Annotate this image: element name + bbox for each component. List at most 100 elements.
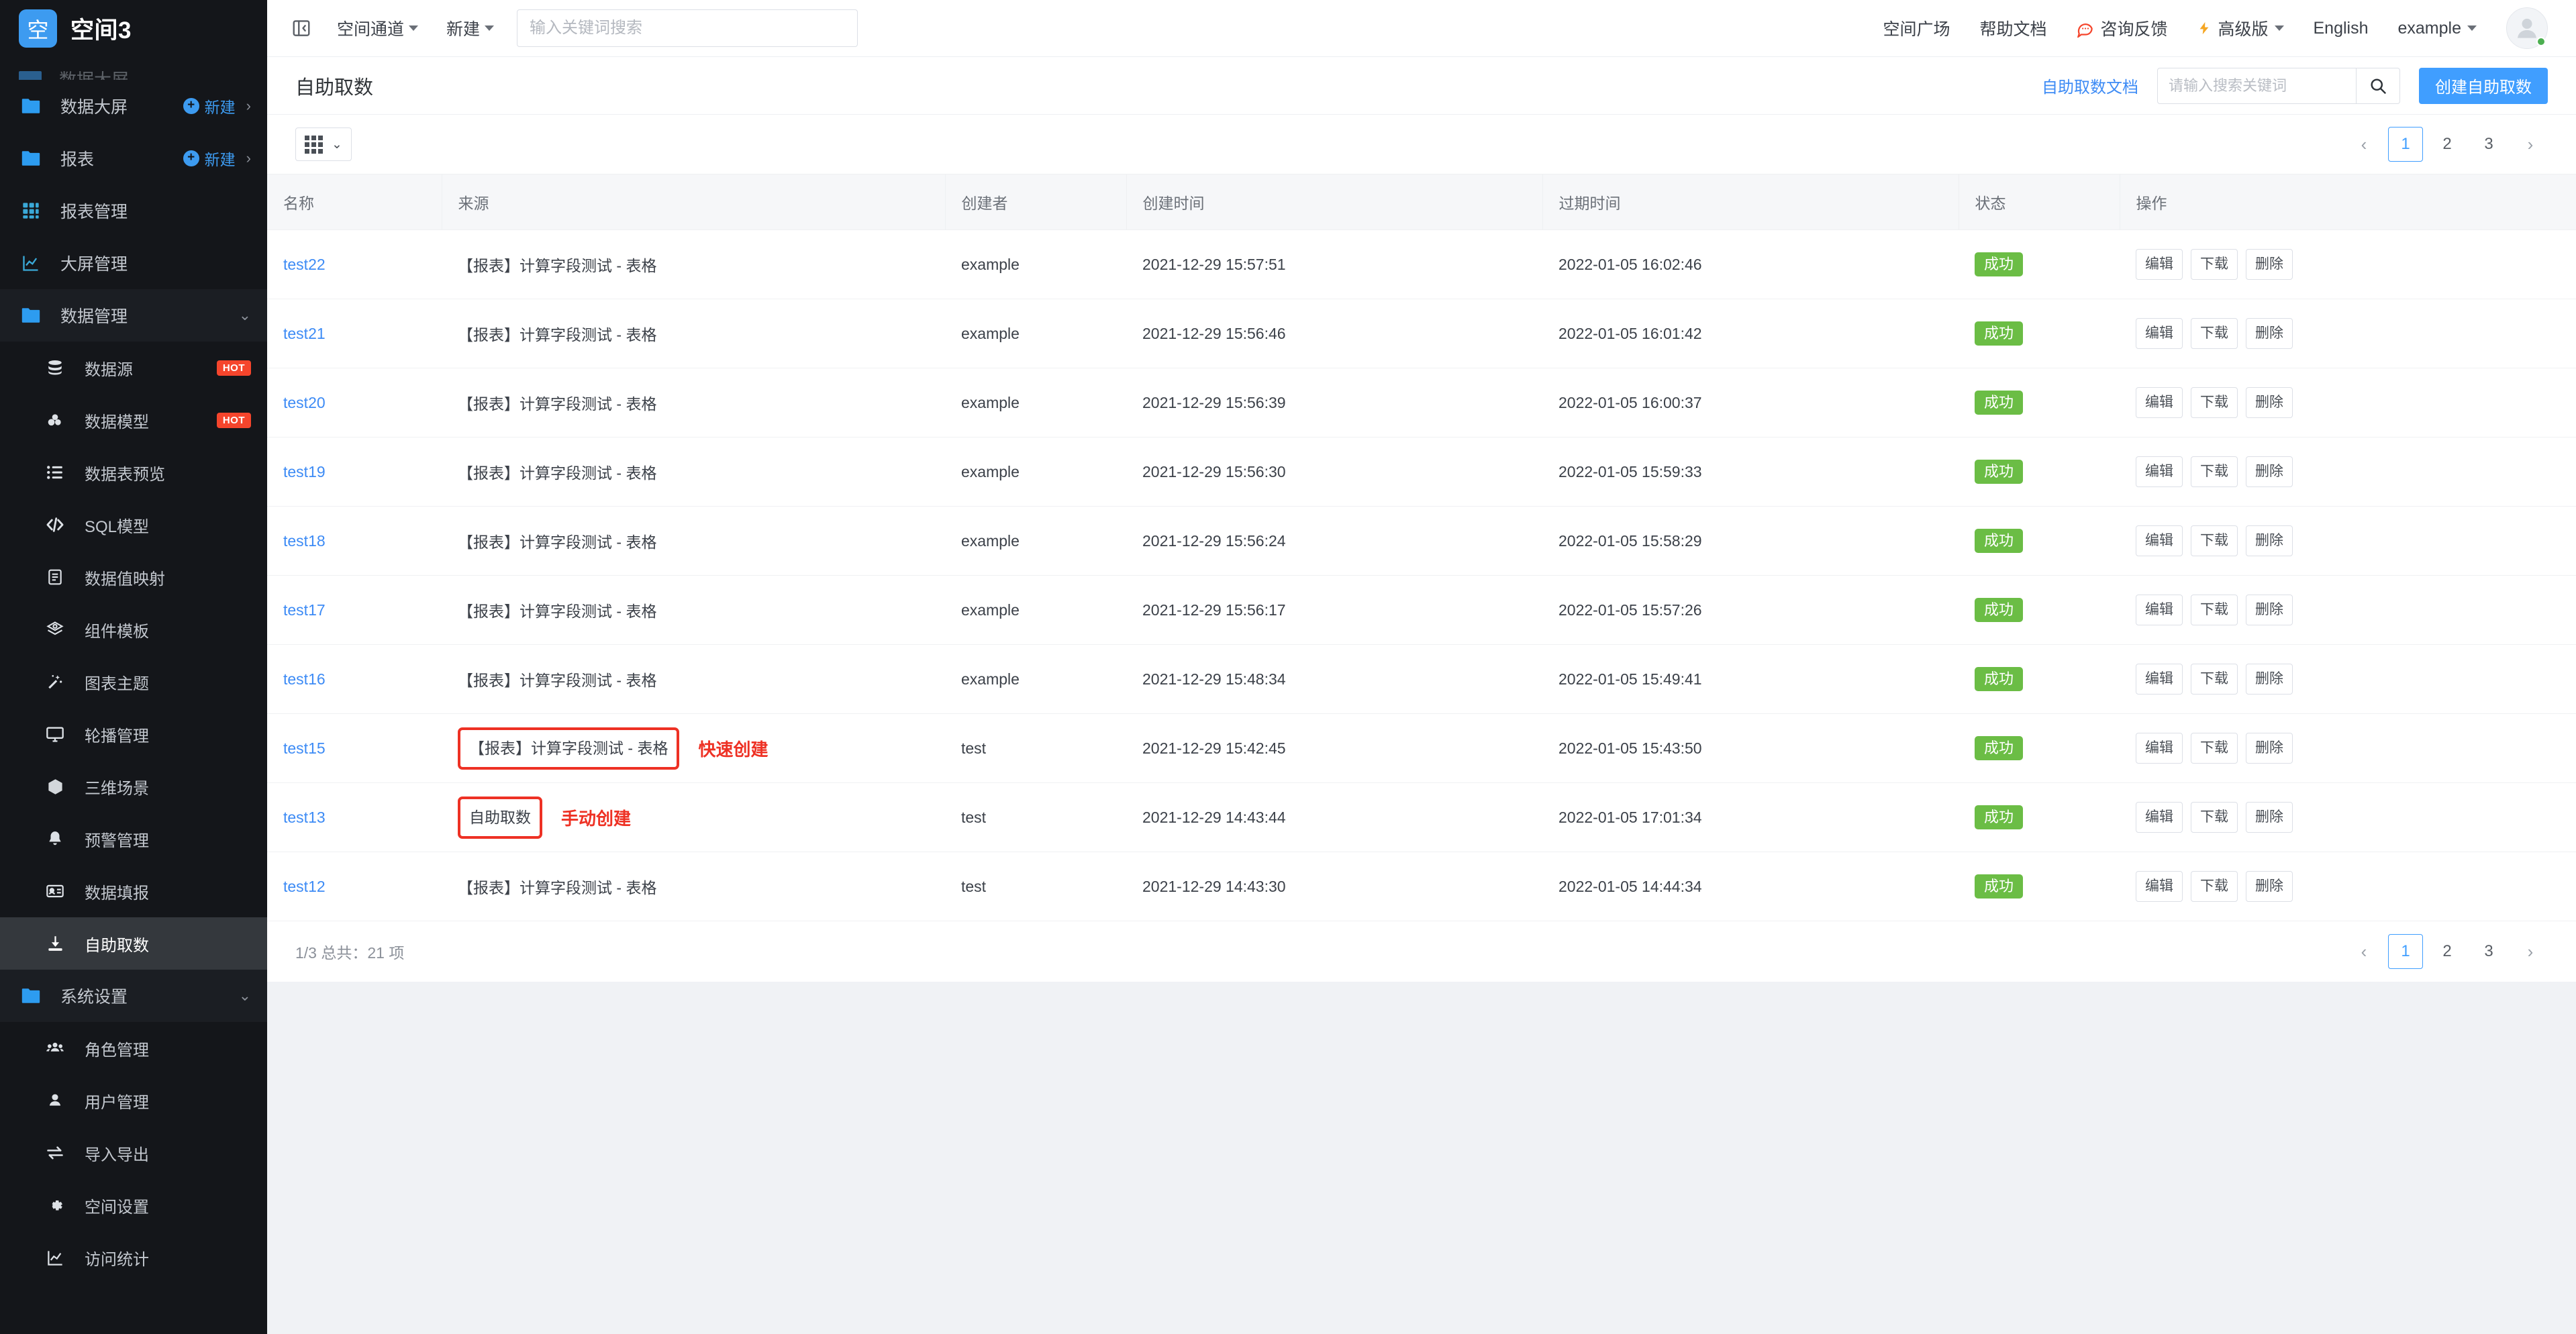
download-button[interactable]: 下载 — [2191, 871, 2238, 902]
delete-button[interactable]: 删除 — [2246, 802, 2293, 833]
global-search[interactable] — [517, 9, 858, 47]
new-data-screen-button[interactable]: + 新建 — [183, 95, 236, 117]
row-name-link[interactable]: test19 — [283, 463, 326, 480]
sidebar-item-space-settings[interactable]: 空间设置 — [0, 1179, 267, 1231]
sidebar-item-carousel-manage[interactable]: 轮播管理 — [0, 708, 267, 760]
edit-button[interactable]: 编辑 — [2136, 525, 2183, 556]
sidebar-item-data-screen[interactable]: 数据大屏 + 新建 › — [0, 80, 267, 132]
sidebar-item-screen-manage[interactable]: 大屏管理 — [0, 237, 267, 289]
pagination-next[interactable]: › — [2513, 934, 2548, 969]
pagination-page-3[interactable]: 3 — [2471, 127, 2506, 162]
sidebar-item-visit-stats[interactable]: 访问统计 — [0, 1231, 267, 1284]
cell-actions: 编辑 下载 删除 — [2120, 437, 2576, 507]
row-name-link[interactable]: test15 — [283, 739, 326, 757]
new-report-button[interactable]: + 新建 — [183, 147, 236, 170]
edit-button[interactable]: 编辑 — [2136, 802, 2183, 833]
download-button[interactable]: 下载 — [2191, 525, 2238, 556]
sidebar-item-role-manage[interactable]: 角色管理 — [0, 1022, 267, 1074]
download-button[interactable]: 下载 — [2191, 249, 2238, 280]
sidebar-item-datamodel[interactable]: 数据模型 HOT — [0, 394, 267, 446]
row-name-link[interactable]: test18 — [283, 532, 326, 550]
top-link-account[interactable]: example — [2398, 19, 2477, 38]
page-search-input[interactable] — [2157, 67, 2356, 104]
delete-button[interactable]: 删除 — [2246, 664, 2293, 695]
pagination-page-1[interactable]: 1 — [2388, 127, 2423, 162]
download-button[interactable]: 下载 — [2191, 802, 2238, 833]
edit-button[interactable]: 编辑 — [2136, 664, 2183, 695]
sidebar-item-alert-manage[interactable]: 预警管理 — [0, 813, 267, 865]
pagination-page-1[interactable]: 1 — [2388, 934, 2423, 969]
self-service-doc-link[interactable]: 自助取数文档 — [2042, 74, 2138, 97]
collapse-sidebar-icon[interactable] — [290, 17, 313, 40]
pagination-page-3[interactable]: 3 — [2471, 934, 2506, 969]
sidebar-item-import-export[interactable]: 导入导出 — [0, 1127, 267, 1179]
top-link-feedback[interactable]: 咨询反馈 — [2076, 16, 2167, 40]
sidebar-item-sql-model[interactable]: SQL模型 — [0, 499, 267, 551]
sidebar-item-report[interactable]: 报表 + 新建 › — [0, 132, 267, 185]
sidebar-item-data-manage[interactable]: 数据管理 ⌄ — [0, 289, 267, 342]
delete-button[interactable]: 删除 — [2246, 595, 2293, 625]
chevron-right-icon[interactable]: › — [246, 99, 251, 113]
delete-button[interactable]: 删除 — [2246, 733, 2293, 764]
delete-button[interactable]: 删除 — [2246, 318, 2293, 349]
delete-button[interactable]: 删除 — [2246, 525, 2293, 556]
chevron-right-icon[interactable]: › — [246, 151, 251, 166]
chevron-down-icon[interactable]: ⌄ — [239, 988, 251, 1003]
edit-button[interactable]: 编辑 — [2136, 595, 2183, 625]
sidebar-item-report-manage[interactable]: 报表管理 — [0, 185, 267, 237]
download-button[interactable]: 下载 — [2191, 733, 2238, 764]
cell-expire-time: 2022-01-05 16:01:42 — [1542, 299, 1959, 368]
sidebar-item-3d-scene[interactable]: 三维场景 — [0, 760, 267, 813]
menu-space-channel[interactable]: 空间通道 — [337, 16, 419, 40]
sidebar-item-self-service-data[interactable]: 自助取数 — [0, 917, 267, 970]
download-button[interactable]: 下载 — [2191, 387, 2238, 418]
top-link-help-doc[interactable]: 帮助文档 — [1979, 16, 2046, 40]
top-link-language[interactable]: English — [2314, 19, 2369, 38]
sidebar-item-chart-theme[interactable]: 图表主题 — [0, 656, 267, 708]
delete-button[interactable]: 删除 — [2246, 387, 2293, 418]
download-button[interactable]: 下载 — [2191, 595, 2238, 625]
row-name-link[interactable]: test13 — [283, 809, 326, 826]
top-link-space-plaza[interactable]: 空间广场 — [1883, 16, 1950, 40]
sidebar-item-user-manage[interactable]: 用户管理 — [0, 1074, 267, 1127]
row-name-link[interactable]: test12 — [283, 878, 326, 895]
pagination-prev[interactable]: ‹ — [2346, 127, 2381, 162]
menu-new[interactable]: 新建 — [446, 16, 495, 40]
sidebar-item-value-mapping[interactable]: 数据值映射 — [0, 551, 267, 603]
row-name-link[interactable]: test17 — [283, 601, 326, 619]
sidebar-item-system-settings[interactable]: 系统设置 ⌄ — [0, 970, 267, 1022]
row-name-link[interactable]: test16 — [283, 670, 326, 688]
sidebar-item-clipped[interactable]: 数据大屏 — [0, 57, 267, 80]
download-button[interactable]: 下载 — [2191, 318, 2238, 349]
pagination-page-2[interactable]: 2 — [2430, 127, 2465, 162]
pagination-page-2[interactable]: 2 — [2430, 934, 2465, 969]
search-icon[interactable] — [2356, 67, 2400, 104]
edit-button[interactable]: 编辑 — [2136, 249, 2183, 280]
pagination-prev[interactable]: ‹ — [2346, 934, 2381, 969]
avatar[interactable] — [2506, 7, 2548, 49]
create-self-service-button[interactable]: 创建自助取数 — [2419, 67, 2548, 104]
delete-button[interactable]: 删除 — [2246, 456, 2293, 487]
brand[interactable]: 空 空间3 — [0, 0, 267, 57]
sidebar-item-component-template[interactable]: 组件模板 — [0, 603, 267, 656]
edit-button[interactable]: 编辑 — [2136, 733, 2183, 764]
download-button[interactable]: 下载 — [2191, 456, 2238, 487]
edit-button[interactable]: 编辑 — [2136, 871, 2183, 902]
row-name-link[interactable]: test22 — [283, 256, 326, 273]
sidebar-item-datasource[interactable]: 数据源 HOT — [0, 342, 267, 394]
chevron-down-icon[interactable]: ⌄ — [239, 308, 251, 323]
pagination-next[interactable]: › — [2513, 127, 2548, 162]
edit-button[interactable]: 编辑 — [2136, 387, 2183, 418]
global-search-input[interactable] — [530, 19, 846, 38]
edit-button[interactable]: 编辑 — [2136, 456, 2183, 487]
delete-button[interactable]: 删除 — [2246, 871, 2293, 902]
sidebar-item-table-preview[interactable]: 数据表预览 — [0, 446, 267, 499]
view-mode-toggle[interactable]: ⌄ — [295, 127, 352, 161]
edit-button[interactable]: 编辑 — [2136, 318, 2183, 349]
top-link-premium[interactable]: 高级版 — [2197, 16, 2284, 40]
download-button[interactable]: 下载 — [2191, 664, 2238, 695]
sidebar-item-data-entry[interactable]: 数据填报 — [0, 865, 267, 917]
delete-button[interactable]: 删除 — [2246, 249, 2293, 280]
row-name-link[interactable]: test20 — [283, 394, 326, 411]
row-name-link[interactable]: test21 — [283, 325, 326, 342]
